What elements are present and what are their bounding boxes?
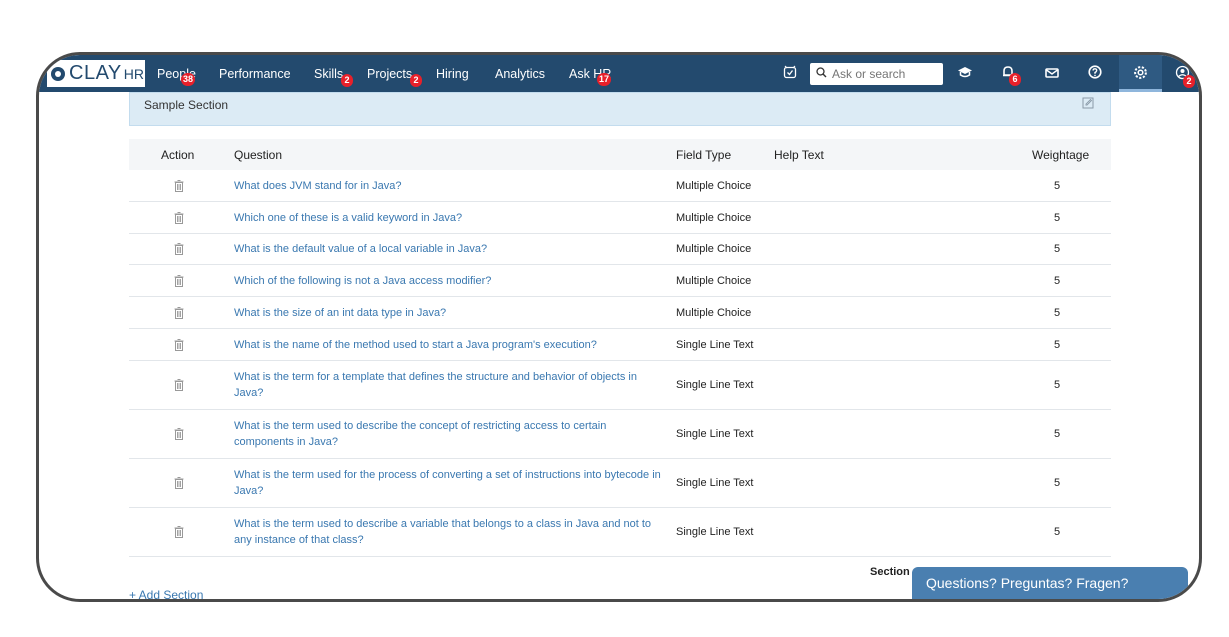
question-link[interactable]: What is the default value of a local var… [234, 241, 664, 257]
weightage-value: 5 [1054, 477, 1061, 489]
clock-icon[interactable] [781, 65, 799, 83]
field-type: Single Line Text [676, 477, 754, 489]
weightage-value: 5 [1054, 526, 1061, 538]
profile-count-badge: 2 [1183, 75, 1195, 88]
logo-text: CLAY [69, 62, 122, 84]
delete-trash-icon[interactable] [173, 306, 185, 320]
table-row: What is the name of the method used to s… [129, 329, 1111, 361]
table-row: Which one of these is a valid keyword in… [129, 202, 1111, 234]
table-row: What is the default value of a local var… [129, 234, 1111, 265]
header-help-text: Help Text [774, 148, 824, 162]
question-link[interactable]: What is the name of the method used to s… [234, 337, 664, 353]
weightage-value: 5 [1054, 379, 1061, 391]
section-header: Sample Section [129, 92, 1111, 126]
question-link[interactable]: What is the term for a template that def… [234, 369, 664, 401]
nav-performance[interactable]: Performance [219, 67, 291, 81]
field-type: Single Line Text [676, 428, 754, 440]
delete-trash-icon[interactable] [173, 211, 185, 225]
nav-skills-label: Skills [314, 67, 344, 81]
header-action: Action [161, 148, 195, 162]
question-link[interactable]: What is the term used to describe a vari… [234, 516, 664, 548]
weightage-value: 5 [1054, 275, 1061, 287]
search-box[interactable] [810, 63, 943, 85]
field-type: Multiple Choice [676, 307, 752, 319]
delete-trash-icon[interactable] [173, 274, 185, 288]
ask-hr-count-badge: 17 [597, 73, 612, 86]
question-link[interactable]: What is the term used for the process of… [234, 467, 664, 499]
header-field-type: Field Type [676, 148, 732, 162]
question-link[interactable]: Which one of these is a valid keyword in… [234, 210, 664, 226]
delete-trash-icon[interactable] [173, 378, 185, 392]
section-title: Sample Section [144, 98, 229, 112]
help-icon[interactable] [1086, 65, 1104, 83]
section-total-label: Section [870, 566, 910, 578]
nav-projects-label: Projects [367, 67, 413, 81]
nav-analytics[interactable]: Analytics [495, 67, 545, 81]
help-chat-label: Questions? Preguntas? Fragen? [926, 575, 1129, 591]
clayhr-logo[interactable]: CLAY HR [47, 60, 145, 87]
add-section-link[interactable]: + Add Section [129, 588, 203, 599]
table-row: What does JVM stand for in Java? Multipl… [129, 170, 1111, 202]
table-row: What is the size of an int data type in … [129, 297, 1111, 329]
skills-count-badge: 2 [341, 74, 353, 87]
delete-trash-icon[interactable] [173, 427, 185, 441]
question-link[interactable]: What is the size of an int data type in … [234, 305, 664, 321]
header-weightage: Weightage [1032, 148, 1090, 162]
delete-trash-icon[interactable] [173, 179, 185, 193]
gear-icon[interactable] [1131, 65, 1149, 83]
help-chat-button[interactable]: Questions? Preguntas? Fragen? [912, 567, 1188, 599]
nav-hiring-label: Hiring [436, 67, 469, 81]
edit-icon[interactable] [1082, 96, 1094, 109]
delete-trash-icon[interactable] [173, 242, 185, 256]
search-input[interactable] [830, 66, 939, 82]
notifications-count-badge: 6 [1009, 73, 1021, 86]
nav-people[interactable]: People 38 [157, 67, 196, 86]
nav-performance-label: Performance [219, 67, 291, 81]
search-icon [816, 67, 827, 81]
table-row: Which of the following is not a Java acc… [129, 265, 1111, 297]
field-type: Single Line Text [676, 379, 754, 391]
logo-mark-icon [51, 66, 65, 81]
questions-table-header: Action Question Field Type Help Text Wei… [129, 139, 1111, 170]
question-link[interactable]: Which of the following is not a Java acc… [234, 273, 664, 289]
weightage-value: 5 [1054, 180, 1061, 192]
top-navigation-bar: CLAY HR People 38 Performance Skills 2 P… [39, 55, 1199, 92]
weightage-value: 5 [1054, 212, 1061, 224]
nav-skills[interactable]: Skills 2 [314, 67, 353, 87]
header-question: Question [234, 148, 283, 162]
field-type: Multiple Choice [676, 275, 752, 287]
table-row: What is the term for a template that def… [129, 361, 1111, 410]
delete-trash-icon[interactable] [173, 338, 185, 352]
field-type: Multiple Choice [676, 180, 752, 192]
weightage-value: 5 [1054, 307, 1061, 319]
table-row: What is the term used for the process of… [129, 459, 1111, 508]
app-window: CLAY HR People 38 Performance Skills 2 P… [36, 52, 1202, 602]
table-row: What is the term used to describe the co… [129, 410, 1111, 459]
logo-suffix: HR [123, 65, 144, 82]
weightage-value: 5 [1054, 428, 1061, 440]
nav-hiring[interactable]: Hiring [436, 67, 469, 81]
question-link[interactable]: What does JVM stand for in Java? [234, 178, 664, 194]
field-type: Single Line Text [676, 339, 754, 351]
nav-ask-hr[interactable]: Ask HR 17 [569, 67, 611, 86]
field-type: Multiple Choice [676, 212, 752, 224]
question-link[interactable]: What is the term used to describe the co… [234, 418, 664, 450]
courses-icon[interactable] [956, 65, 974, 83]
nav-projects[interactable]: Projects 2 [367, 67, 422, 87]
field-type: Single Line Text [676, 526, 754, 538]
mail-icon[interactable] [1043, 65, 1061, 83]
delete-trash-icon[interactable] [173, 476, 185, 490]
table-row: What is the term used to describe a vari… [129, 508, 1111, 557]
delete-trash-icon[interactable] [173, 525, 185, 539]
weightage-value: 5 [1054, 243, 1061, 255]
weightage-value: 5 [1054, 339, 1061, 351]
people-count-badge: 38 [181, 73, 196, 86]
field-type: Multiple Choice [676, 243, 752, 255]
nav-analytics-label: Analytics [495, 67, 546, 81]
projects-count-badge: 2 [410, 74, 422, 87]
